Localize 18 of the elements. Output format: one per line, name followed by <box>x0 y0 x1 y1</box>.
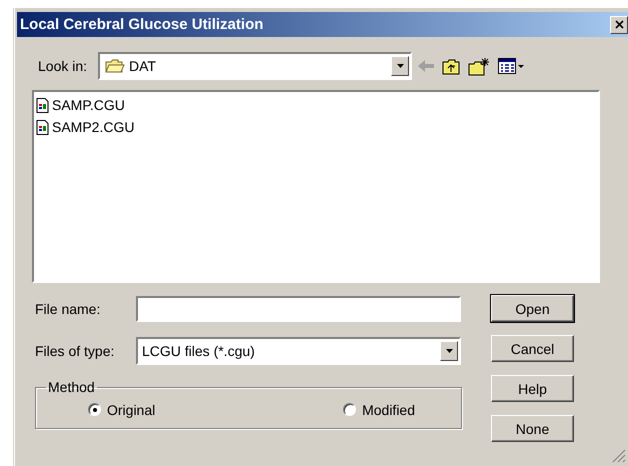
dialog-button[interactable]: Open <box>491 295 574 322</box>
group-label: Method <box>47 379 96 395</box>
window-title: Local Cerebral Glucose Utilization <box>19 16 264 33</box>
folder-name: DAT <box>129 58 156 74</box>
field-label: Look in: <box>37 58 88 74</box>
field-label: Files of type: <box>35 342 116 358</box>
radio-label: Modified <box>362 402 415 418</box>
folder-dropdown[interactable]: DAT <box>98 52 412 80</box>
dialog-button[interactable]: Help <box>491 375 574 402</box>
field-label: File name: <box>35 300 102 316</box>
dialog-button[interactable]: None <box>491 415 574 442</box>
radio-option[interactable]: Original <box>88 402 156 418</box>
radio-option[interactable]: Modified <box>343 402 415 418</box>
dialog-button[interactable]: Cancel <box>491 335 574 362</box>
file-type-dropdown[interactable]: LCGU files (*.cgu) <box>136 336 461 364</box>
file-item[interactable]: SAMP.CGU <box>52 97 125 113</box>
radio-label: Original <box>107 402 156 418</box>
file-item[interactable]: SAMP2.CGU <box>52 119 134 135</box>
